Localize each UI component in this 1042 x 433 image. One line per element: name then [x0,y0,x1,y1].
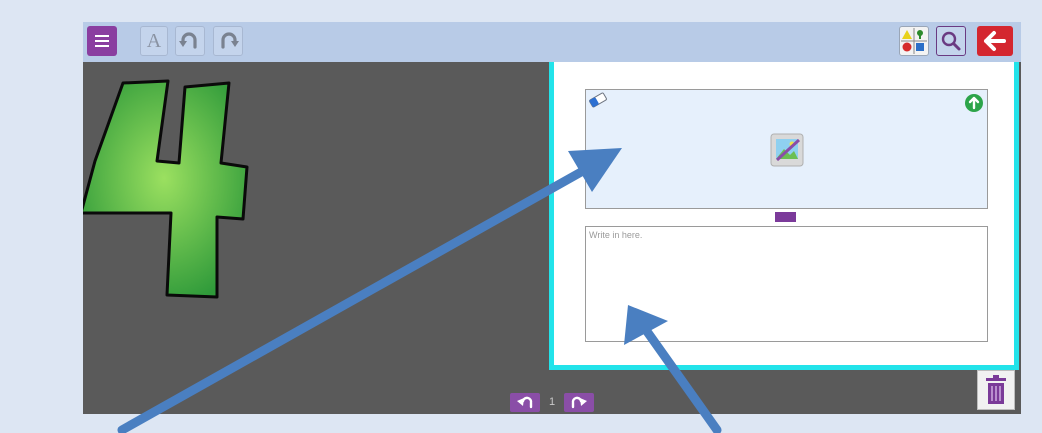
divider-handle[interactable] [775,212,796,222]
symbols-button[interactable] [899,26,929,56]
page-navigation: 1 [510,391,595,413]
back-button[interactable] [977,26,1013,56]
page-panel: Write in here. [549,62,1019,370]
text-style-button[interactable]: A [140,26,168,56]
image-placeholder-icon[interactable] [769,132,805,168]
symbols-icon [901,28,927,54]
app-window: A Write in here. 1 [83,22,1021,414]
text-input-placeholder: Write in here. [589,230,643,240]
page-number: 1 [549,396,556,408]
prev-page-icon [517,396,533,409]
eraser-icon[interactable] [588,92,608,108]
next-page-icon [571,396,588,409]
search-icon [941,31,961,51]
undo-icon [179,32,197,49]
delete-button[interactable] [977,370,1015,410]
menu-button[interactable] [87,26,117,56]
redo-button[interactable] [213,26,243,56]
text-input-box[interactable]: Write in here. [585,226,988,342]
workspace: Write in here. 1 [83,62,1021,414]
menu-icon [95,40,109,42]
trash-icon [986,375,1006,404]
redo-icon [221,32,239,49]
search-button[interactable] [936,26,966,56]
image-box[interactable] [585,89,988,209]
back-arrow-icon [984,31,1006,51]
number-four-graphic [83,79,249,299]
undo-button[interactable] [175,26,205,56]
previous-page-button[interactable] [510,392,540,412]
top-toolbar: A [83,22,1021,62]
next-page-button[interactable] [564,392,595,412]
upload-icon[interactable] [964,93,984,113]
